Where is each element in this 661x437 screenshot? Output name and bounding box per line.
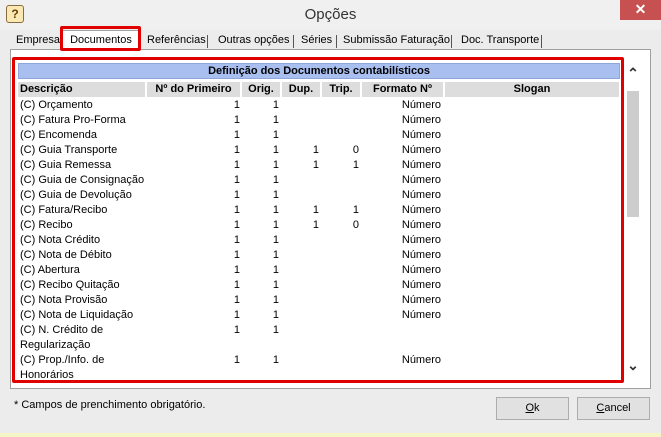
tab-separator — [451, 35, 452, 48]
ok-button[interactable]: Ok — [496, 397, 569, 420]
tab-separator — [207, 35, 208, 48]
cancel-button[interactable]: Cancel — [577, 397, 650, 420]
required-fields-note: * Campos de prenchimento obrigatório. — [14, 399, 206, 411]
tab-series[interactable]: Séries — [298, 33, 335, 50]
bottom-strip — [0, 433, 661, 437]
vertical-scrollbar[interactable]: ⌃ ⌄ — [625, 63, 641, 375]
scroll-down-icon[interactable]: ⌄ — [625, 357, 641, 373]
tab-separator — [541, 35, 542, 48]
tab-submissao-faturacao[interactable]: Submissão Faturação — [340, 33, 453, 50]
tab-separator — [293, 35, 294, 48]
grid-highlight — [12, 57, 624, 383]
tab-separator — [336, 35, 337, 48]
ok-label-rest: k — [534, 402, 540, 414]
scroll-track[interactable] — [627, 87, 639, 351]
close-button[interactable]: ✕ — [620, 0, 661, 20]
cancel-label-rest: ancel — [604, 402, 631, 414]
tab-empresa[interactable]: Empresa — [13, 33, 63, 50]
scroll-up-icon[interactable]: ⌃ — [625, 65, 641, 81]
tab-doc-transporte[interactable]: Doc. Transporte — [458, 33, 542, 50]
ok-hotkey: O — [525, 402, 535, 414]
scroll-thumb[interactable] — [627, 91, 639, 217]
active-tab-highlight — [60, 26, 141, 51]
tab-outras-opcoes[interactable]: Outras opções — [215, 33, 293, 50]
tab-referencias[interactable]: Referências — [144, 33, 209, 50]
window-title: Opções — [304, 6, 357, 23]
